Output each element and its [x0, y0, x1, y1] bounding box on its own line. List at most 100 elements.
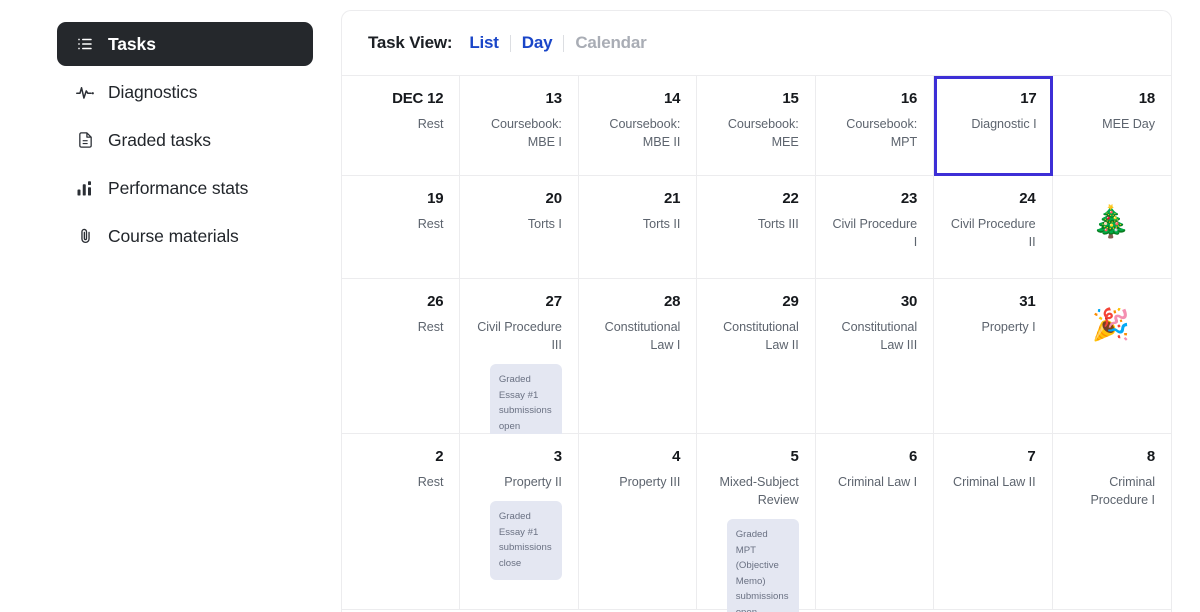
day-task-label: Rest [417, 117, 444, 132]
tab-list[interactable]: List [469, 33, 509, 53]
day-number: 29 [782, 293, 799, 310]
sidebar-item-label: Graded tasks [108, 129, 211, 150]
calendar-day-cell[interactable]: 31 Property I [934, 279, 1053, 434]
calendar-day-cell[interactable]: 14 Coursebook: MBE II [578, 76, 698, 176]
day-number: 31 [1019, 293, 1036, 310]
sidebar-item-performance-stats[interactable]: Performance stats [57, 166, 313, 210]
calendar-day-cell[interactable]: 18 MEE Day [1052, 76, 1171, 176]
calendar-day-cell[interactable]: 8 Criminal Procedure I [1052, 434, 1171, 610]
christmas-tree-icon: 🎄 [1091, 204, 1131, 239]
calendar-day-cell[interactable]: 21 Torts II [578, 176, 698, 279]
day-number: 8 [1146, 448, 1155, 465]
day-number: 3 [553, 448, 562, 465]
sidebar-item-label: Performance stats [108, 177, 249, 198]
sidebar-item-label: Tasks [108, 33, 156, 54]
sidebar-item-course-materials[interactable]: Course materials [57, 214, 313, 258]
day-number: 2 [435, 448, 444, 465]
day-number: 18 [1138, 90, 1156, 107]
tab-calendar[interactable]: Calendar [564, 33, 657, 53]
sidebar-item-tasks[interactable]: Tasks [57, 22, 313, 66]
calendar-day-cell[interactable]: 4 Property III [578, 434, 698, 610]
day-number: 23 [900, 190, 918, 207]
panel-header: Task View: List Day Calendar [342, 11, 1171, 76]
list-checklist-icon [75, 34, 95, 54]
day-task-label: Property II [504, 475, 562, 490]
calendar-day-cell[interactable]: 28 Constitutional Law I [578, 279, 698, 434]
day-number: 30 [900, 293, 918, 310]
day-number: 5 [790, 448, 799, 465]
calendar-day-cell[interactable]: 5 Mixed-Subject Review Graded MPT (Objecti… [697, 434, 816, 612]
sidebar: Tasks Diagnostics Graded tasks Performance … [0, 0, 340, 612]
calendar-day-cell[interactable]: 22 Torts III [697, 176, 816, 279]
submission-status-badge[interactable]: Graded Essay #1 submissions open [489, 364, 562, 444]
day-task-label: Coursebook: MPT [846, 117, 918, 150]
calendar-day-cell[interactable]: 19 Rest [342, 176, 461, 279]
paperclip-icon [75, 226, 95, 246]
day-number: 4 [672, 448, 681, 465]
day-task-label: Constitutional Law I [604, 320, 681, 353]
calendar-day-cell[interactable]: 17 Diagnostic I [934, 76, 1053, 176]
calendar-day-cell[interactable]: 16 Coursebook: MPT [815, 76, 935, 176]
day-task-label: Criminal Procedure I [1090, 475, 1155, 508]
calendar-day-cell[interactable]: 2 Rest [342, 434, 461, 610]
bar-chart-icon [75, 178, 95, 198]
day-number: 21 [663, 190, 681, 207]
document-icon [75, 130, 95, 150]
day-task-label: Property I [981, 320, 1036, 335]
calendar-day-cell[interactable]: 23 Civil Procedure I [815, 176, 935, 279]
calendar-grid: DEC 12 Rest 13 Coursebook: MBE I 14 Courseboo… [342, 76, 1171, 612]
calendar-day-cell[interactable]: 7 Criminal Law II [934, 434, 1053, 610]
app-root: Tasks Diagnostics Graded tasks Performance … [0, 0, 1200, 612]
calendar-day-cell[interactable]: 🎄 [1052, 176, 1171, 279]
day-number: 27 [545, 293, 563, 310]
day-number: 17 [1020, 90, 1037, 107]
calendar-day-cell[interactable]: 30 Constitutional Law III [815, 279, 935, 434]
day-number: 7 [1027, 448, 1036, 465]
day-number: 13 [545, 90, 563, 107]
task-view-panel: Task View: List Day Calendar DEC 12 Rest 13 C… [341, 10, 1172, 612]
day-number: 6 [908, 448, 918, 465]
day-task-label: Constitutional Law II [723, 320, 799, 353]
day-task-label: Criminal Law II [953, 475, 1036, 490]
day-number: 19 [427, 190, 444, 207]
submission-status-badge[interactable]: Graded Essay #1 submissions close [489, 501, 562, 581]
day-task-label: Rest [417, 217, 444, 232]
day-task-label: Torts I [527, 217, 562, 232]
day-number: 14 [663, 90, 681, 107]
calendar-day-cell[interactable]: 26 Rest [342, 279, 461, 434]
calendar-day-cell[interactable]: 29 Constitutional Law II [697, 279, 816, 434]
day-task-label: Torts III [757, 217, 799, 232]
day-task-label: Coursebook: MBE I [490, 117, 562, 150]
day-task-label: Torts II [642, 217, 681, 232]
day-task-label: Constitutional Law III [841, 320, 918, 353]
day-task-label: Coursebook: MBE II [609, 117, 681, 150]
day-number: 16 [900, 90, 918, 107]
day-task-label: Rest [417, 320, 444, 335]
task-view-tabs: List Day Calendar [469, 33, 657, 53]
day-number: 24 [1019, 190, 1036, 207]
calendar-day-cell[interactable]: 24 Civil Procedure II [934, 176, 1053, 279]
submission-status-badge[interactable]: Graded MPT (Objective Memo) submissions … [726, 519, 799, 612]
calendar-day-cell[interactable]: 3 Property II Graded Essay #1 submissions … [460, 434, 579, 610]
calendar-day-cell[interactable]: 27 Civil Procedure III Graded Essay #1 sub… [460, 279, 579, 444]
calendar-day-cell[interactable]: 13 Coursebook: MBE I [460, 76, 579, 176]
calendar-day-cell[interactable]: 15 Coursebook: MEE [697, 76, 816, 176]
calendar-day-cell[interactable]: 6 Criminal Law I [815, 434, 935, 610]
pulse-activity-icon [75, 82, 95, 102]
party-popper-icon: 🎉 [1091, 307, 1131, 342]
sidebar-item-graded-tasks[interactable]: Graded tasks [57, 118, 313, 162]
calendar-day-cell[interactable]: DEC 12 Rest [342, 76, 461, 176]
day-task-label: Coursebook: MEE [727, 117, 799, 150]
calendar-day-cell[interactable]: 🎉 [1052, 279, 1171, 434]
day-number: 22 [782, 190, 799, 207]
calendar-day-cell[interactable]: 20 Torts I [460, 176, 579, 279]
day-number: 15 [782, 90, 799, 107]
day-task-label: Property III [619, 475, 681, 490]
tab-day[interactable]: Day [511, 33, 564, 53]
day-number: 26 [427, 293, 444, 310]
day-number: 28 [663, 293, 681, 310]
sidebar-item-diagnostics[interactable]: Diagnostics [57, 70, 313, 114]
day-task-label: Diagnostic I [971, 117, 1037, 132]
day-number: DEC 12 [392, 90, 444, 107]
day-task-label: Civil Procedure III [477, 320, 562, 353]
